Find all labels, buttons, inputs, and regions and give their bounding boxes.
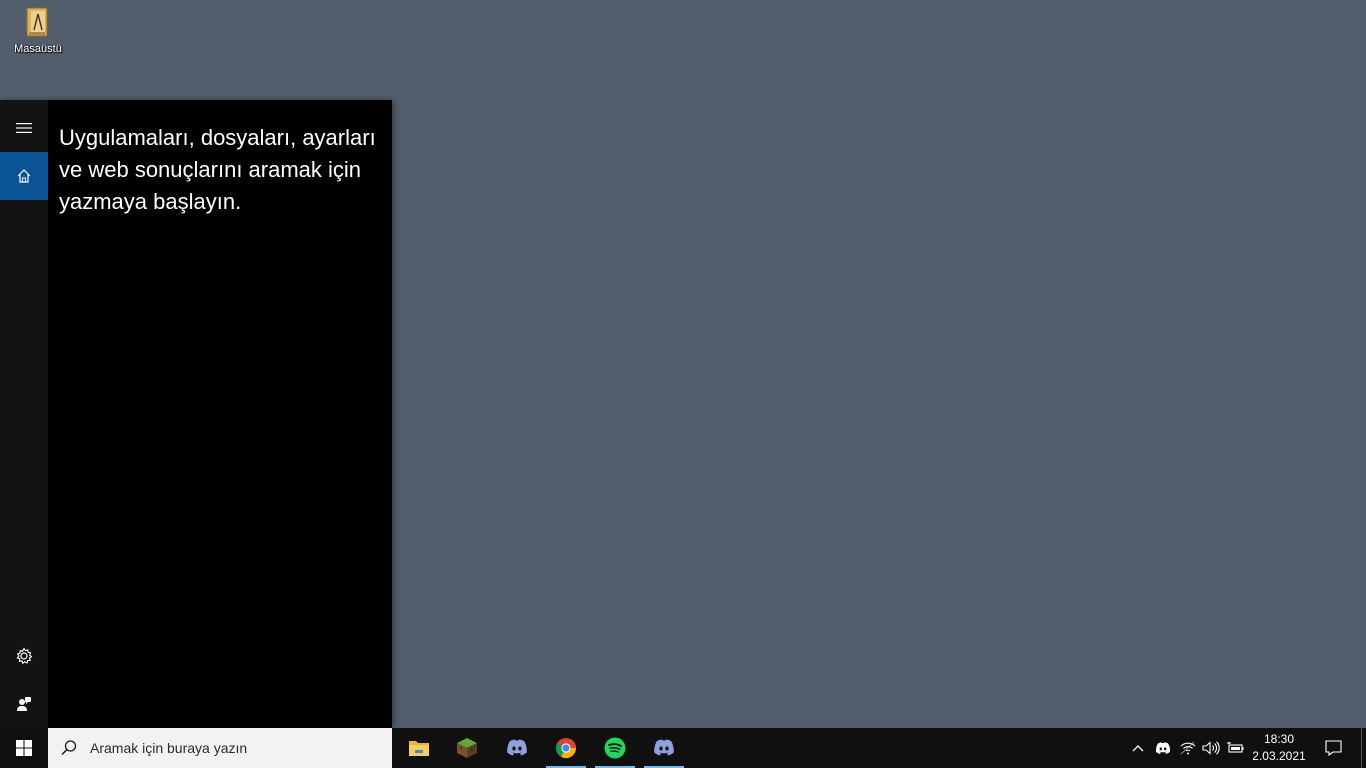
search-icon [60, 738, 80, 758]
show-hidden-icons-button[interactable] [1128, 728, 1148, 768]
menu-button[interactable] [0, 104, 48, 152]
taskbar-app-spotify[interactable] [595, 728, 635, 768]
search-flyout: Uygulamaları, dosyaları, ayarları ve web… [0, 100, 392, 728]
show-desktop-button[interactable] [1361, 728, 1366, 768]
home-button[interactable] [0, 152, 48, 200]
action-center-button[interactable] [1318, 728, 1348, 768]
taskbar-search-box[interactable] [48, 728, 392, 768]
windows-logo-icon [16, 740, 32, 756]
minecraft-icon [457, 738, 477, 758]
battery-icon [1227, 742, 1244, 753]
taskbar: 18:30 2.03.2021 [0, 728, 1366, 768]
taskbar-clock[interactable]: 18:30 2.03.2021 [1248, 728, 1310, 768]
notification-icon [1324, 740, 1342, 756]
discord-icon [507, 739, 527, 756]
search-input[interactable] [88, 739, 382, 757]
discord-icon [654, 739, 674, 756]
home-icon [17, 169, 31, 183]
taskbar-app-chrome[interactable] [546, 728, 586, 768]
gear-icon [16, 647, 33, 665]
chrome-icon [555, 738, 577, 759]
clock-date: 2.03.2021 [1252, 749, 1306, 763]
desktop-icon-label: Masaüstü [14, 43, 62, 55]
desktop-folder-shortcut[interactable]: Masaüstü [6, 6, 70, 62]
settings-button[interactable] [0, 632, 48, 680]
feedback-button[interactable] [0, 680, 48, 728]
spotify-icon [604, 737, 626, 759]
search-side-rail [0, 100, 48, 728]
folder-icon [25, 6, 51, 38]
file-explorer-icon [409, 741, 429, 756]
hamburger-icon [16, 123, 32, 133]
tray-discord[interactable] [1152, 728, 1174, 768]
taskbar-app-file-explorer[interactable] [399, 728, 439, 768]
speaker-icon [1202, 741, 1220, 755]
feedback-icon [17, 697, 31, 711]
taskbar-app-discord-running[interactable] [644, 728, 684, 768]
clock-time: 18:30 [1263, 732, 1295, 746]
wifi-icon [1180, 741, 1196, 755]
tray-network[interactable] [1178, 728, 1198, 768]
taskbar-app-minecraft[interactable] [447, 728, 487, 768]
tray-volume[interactable] [1200, 728, 1222, 768]
discord-icon [1155, 741, 1171, 754]
search-hint-text: Uygulamaları, dosyaları, ayarları ve web… [59, 125, 376, 214]
chevron-up-icon [1132, 745, 1144, 752]
taskbar-app-discord[interactable] [497, 728, 537, 768]
start-button[interactable] [0, 728, 48, 768]
tray-battery[interactable] [1224, 728, 1246, 768]
